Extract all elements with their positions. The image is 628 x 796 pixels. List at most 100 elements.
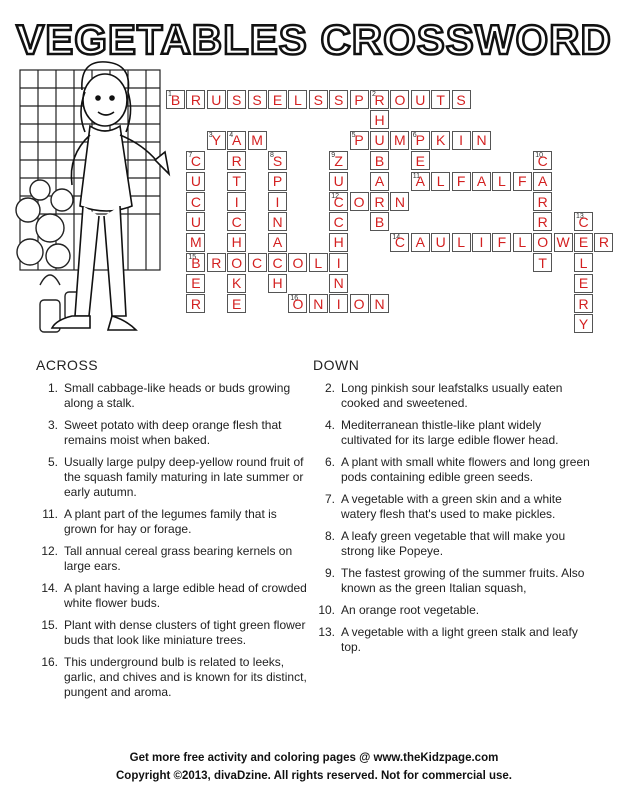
footer-link-line: Get more free activity and coloring page… <box>129 752 499 764</box>
grid-cell: O <box>533 232 553 252</box>
grid-cell: L <box>431 171 451 191</box>
across-clue: 16. This underground bulb is related to l… <box>36 655 308 700</box>
down-clue: 6. A plant with small white flowers and l… <box>313 455 591 485</box>
answer-letter: R <box>578 295 589 312</box>
clue-number: 14. <box>41 581 58 595</box>
answer-letter: S <box>334 91 344 108</box>
answer-letter: U <box>435 234 446 251</box>
answer-letter: L <box>293 91 302 108</box>
grid-cell: E <box>227 294 247 313</box>
grid-cell: N <box>390 192 410 211</box>
grid-cell: T <box>227 171 247 191</box>
answer-letter: K <box>232 275 242 292</box>
answer-letter: Y <box>211 132 221 149</box>
grid-cell: M <box>390 130 410 150</box>
answer-letter: S <box>232 91 242 108</box>
answer-letter: T <box>232 173 241 190</box>
grid-cell: 9Z <box>329 151 349 171</box>
grid-cell: P <box>268 171 287 191</box>
grid-cell: 10 C <box>533 151 553 171</box>
grid-cell: L <box>288 90 308 109</box>
grid-cell: 1B <box>166 90 185 109</box>
grid-cell: M <box>186 232 206 252</box>
clue-number: 11. <box>42 507 58 521</box>
answer-letter: S <box>313 91 323 108</box>
clue-text: A plant part of the legumes family that … <box>64 507 277 536</box>
answer-letter: C <box>231 213 242 230</box>
grid-cell: U <box>431 232 451 252</box>
grid-cell: B <box>370 151 389 171</box>
answer-letter: H <box>272 275 283 292</box>
footer-copyright: Copyright ©2013, divaDzine. All rights r… <box>116 770 512 782</box>
grid-cell: A <box>533 171 553 191</box>
clue-number: 8. <box>324 529 335 543</box>
grid-cell: C <box>247 253 267 273</box>
grid-cell: R <box>227 151 247 171</box>
answer-letter: B <box>374 152 385 169</box>
grid-cell: A <box>410 232 430 252</box>
down-clue: 7. A vegetable with a green skin and a wh… <box>313 492 591 522</box>
grid-cell: L <box>492 171 512 191</box>
clue-number: 6. <box>324 455 335 469</box>
crossword-grid: 1BRUSSELSSP2ROUTSHUBARB3Y4AMRTICHOKE5PM6… <box>0 0 628 360</box>
across-clue: 14. A plant having a large edible head of… <box>36 581 308 611</box>
grid-cell: E <box>186 273 206 293</box>
across-clue: 12. Tall annual cereal grass bearing kern… <box>36 544 308 574</box>
across-clues: ACROSS 1. Small cabbage-like heads or bud… <box>36 358 308 707</box>
clue-text: Tall annual cereal grass bearing kernels… <box>64 544 293 573</box>
clue-text: Sweet potato with deep orange flesh that… <box>64 418 282 447</box>
grid-cell: 5P <box>349 130 369 150</box>
grid-cell: N <box>472 130 491 150</box>
answer-letter: O <box>394 91 406 108</box>
grid-cell: E <box>268 90 287 109</box>
answer-letter: O <box>292 254 304 271</box>
grid-cell: C <box>186 192 206 211</box>
answer-letter: N <box>476 132 487 149</box>
answer-letter: R <box>598 234 609 251</box>
grid-cell: 8S <box>268 151 287 171</box>
grid-cell: S <box>329 90 349 109</box>
answer-letter: R <box>190 295 201 312</box>
grid-cell: S <box>247 90 267 109</box>
down-clue: 8. A leafy green vegetable that will make… <box>313 529 591 559</box>
clue-text: A vegetable with a green skin and a whit… <box>341 492 562 521</box>
grid-cell: T <box>533 253 553 273</box>
answer-letter: O <box>292 295 304 312</box>
answer-letter: T <box>436 91 445 108</box>
answer-letter: P <box>272 173 283 190</box>
grid-cell: 7C <box>186 151 206 171</box>
clue-number: 10. <box>318 603 335 617</box>
answer-letter: P <box>415 132 425 149</box>
clue-text: A plant with small white flowers and lon… <box>341 455 590 484</box>
grid-cell: N <box>370 294 389 313</box>
answer-letter: R <box>190 91 201 108</box>
answer-letter: A <box>272 234 283 251</box>
grid-cell: 3Y <box>206 130 226 150</box>
grid-cell: L <box>451 232 471 252</box>
grid-cell: R <box>533 212 553 232</box>
across-clue: 5. Usually large pulpy deep-yellow round … <box>36 455 308 500</box>
clue-text: This underground bulb is related to leek… <box>64 655 307 699</box>
answer-letter: U <box>190 173 201 190</box>
grid-cell: I <box>268 192 287 211</box>
clue-number: 15. <box>41 618 58 632</box>
grid-cell: F <box>512 171 532 191</box>
answer-letter: F <box>518 173 527 190</box>
grid-cell: M <box>247 130 267 150</box>
answer-letter: S <box>252 91 262 108</box>
clue-text: Usually large pulpy deep-yellow round fr… <box>64 455 304 499</box>
grid-cell: U <box>410 90 430 109</box>
grid-cell: H <box>227 232 247 252</box>
answer-letter: A <box>374 173 385 190</box>
answer-letter: L <box>579 254 588 271</box>
grid-cell: U <box>186 171 206 191</box>
grid-cell: 6P <box>410 130 430 150</box>
across-heading: ACROSS <box>36 357 99 373</box>
grid-cell: 12 C <box>329 192 349 211</box>
answer-letter: N <box>272 213 283 230</box>
answer-letter: I <box>275 193 280 210</box>
answer-letter: R <box>374 91 385 108</box>
grid-cell: 11 A <box>410 171 430 191</box>
grid-cell: F <box>451 171 471 191</box>
answer-letter: E <box>191 275 201 292</box>
